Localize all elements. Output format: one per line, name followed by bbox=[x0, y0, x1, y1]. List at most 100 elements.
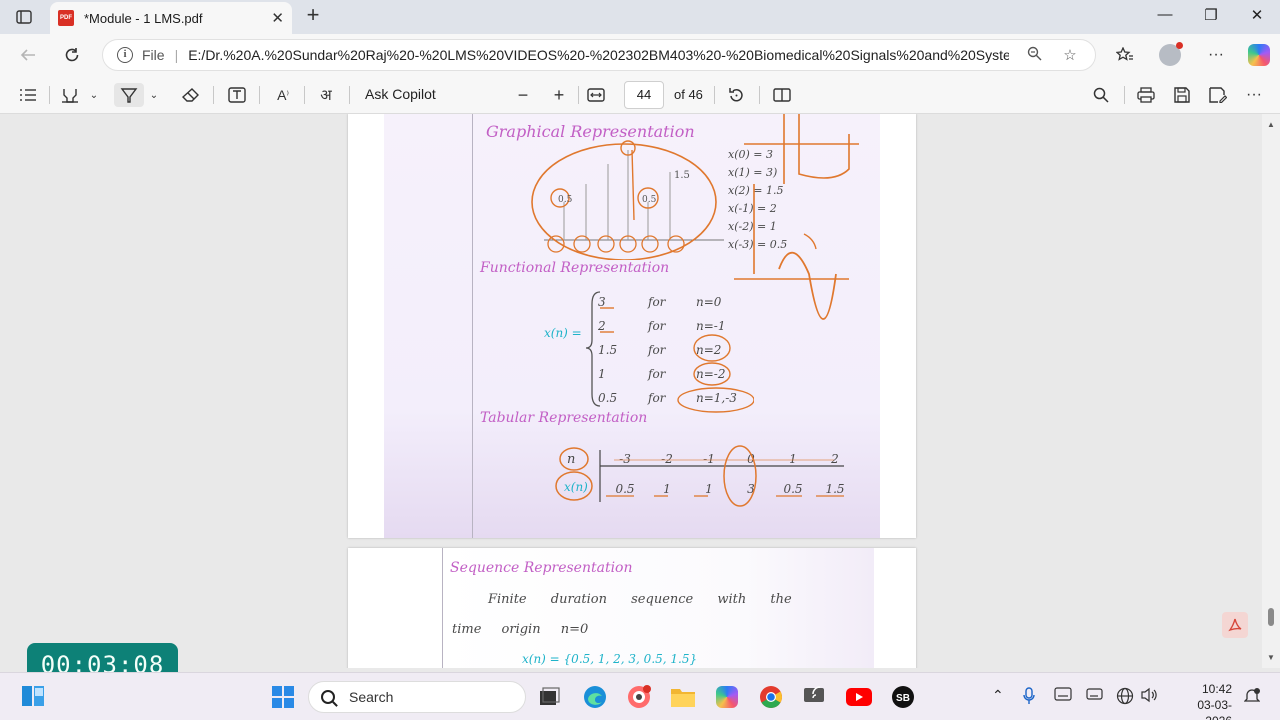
profile-avatar[interactable] bbox=[1157, 42, 1183, 67]
new-tab-button[interactable]: + bbox=[302, 4, 324, 28]
youtube-icon[interactable] bbox=[846, 684, 872, 710]
svg-text:0.5: 0.5 bbox=[558, 195, 573, 205]
copilot-app-icon[interactable] bbox=[714, 684, 740, 710]
tabular-heading: Tabular Representation bbox=[480, 410, 648, 426]
favorites-icon[interactable] bbox=[1112, 43, 1138, 67]
battery-icon[interactable] bbox=[1086, 687, 1104, 704]
ask-copilot-button[interactable]: Ask Copilot bbox=[365, 86, 436, 102]
zoom-icon[interactable] bbox=[1023, 46, 1045, 65]
more-options-icon[interactable]: ··· bbox=[1203, 43, 1229, 67]
highlight-icon[interactable] bbox=[58, 83, 82, 107]
vertical-scrollbar[interactable]: ▲ ▼ bbox=[1262, 114, 1280, 668]
volume-icon[interactable] bbox=[1140, 687, 1158, 706]
clock-time: 10:42 bbox=[1201, 682, 1232, 696]
rotate-icon[interactable] bbox=[724, 83, 748, 107]
scroll-thumb[interactable] bbox=[1268, 608, 1274, 626]
start-windows-icon[interactable] bbox=[270, 684, 296, 710]
sequence-line-3: x(n) = {0.5, 1, 2, 3, 0.5, 1.5} bbox=[522, 652, 698, 666]
pdf-file-icon: PDF bbox=[58, 10, 74, 26]
fit-width-icon[interactable] bbox=[584, 83, 608, 107]
search-glass-icon bbox=[321, 690, 335, 704]
scroll-down-icon[interactable]: ▼ bbox=[1267, 653, 1275, 662]
address-row: i File | E:/Dr.%20A.%20Sundar%20Raj%20-%… bbox=[0, 34, 1280, 76]
toolbar-divider bbox=[1124, 86, 1125, 104]
system-clock[interactable]: 10:42 03-03-2026 bbox=[1172, 681, 1232, 720]
read-aloud-icon[interactable]: A ⁾ bbox=[270, 83, 296, 107]
margin-rule bbox=[442, 548, 443, 668]
toolbar-divider bbox=[259, 86, 260, 104]
recorder-app-icon[interactable] bbox=[626, 684, 652, 710]
acrobat-icon[interactable] bbox=[1222, 612, 1248, 638]
tab-close-icon[interactable]: ✕ bbox=[271, 9, 284, 27]
microphone-icon[interactable] bbox=[1022, 687, 1036, 708]
chrome-icon[interactable] bbox=[758, 684, 784, 710]
page-number-input[interactable]: 44 bbox=[624, 81, 664, 109]
more-tools-icon[interactable]: ··· bbox=[1242, 83, 1266, 107]
url-scheme: File bbox=[142, 47, 165, 63]
clock-date: 03-03-2026 bbox=[1197, 698, 1232, 720]
toolbar-divider bbox=[304, 86, 305, 104]
eraser-icon[interactable] bbox=[178, 83, 204, 107]
table-grid-annotations bbox=[555, 445, 844, 507]
sequence-heading: Sequence Representation bbox=[450, 560, 633, 576]
notification-bell-icon[interactable] bbox=[1243, 687, 1261, 708]
favorite-star-icon[interactable]: ☆ bbox=[1059, 46, 1081, 64]
case-circles bbox=[600, 307, 754, 413]
zoom-in-button[interactable]: + bbox=[548, 83, 570, 107]
site-info-icon[interactable]: i bbox=[117, 47, 133, 63]
remote-desktop-icon[interactable] bbox=[802, 684, 828, 710]
file-explorer-icon[interactable] bbox=[670, 684, 696, 710]
contents-list-icon[interactable] bbox=[16, 83, 40, 107]
address-bar[interactable]: i File | E:/Dr.%20A.%20Sundar%20Raj%20-%… bbox=[102, 39, 1096, 71]
margin-rule bbox=[472, 114, 473, 538]
sequence-line-2: time origin n=0 bbox=[452, 622, 589, 637]
toolbar-divider bbox=[49, 86, 50, 104]
network-icon[interactable] bbox=[1116, 687, 1134, 708]
draw-dropdown-icon[interactable]: ⌄ bbox=[146, 83, 162, 107]
task-view-icon[interactable] bbox=[536, 684, 562, 710]
tab-strip: PDF *Module - 1 LMS.pdf ✕ + — ❐ ✕ bbox=[0, 0, 1280, 34]
minimize-button[interactable]: — bbox=[1150, 6, 1180, 23]
graphical-heading: Graphical Representation bbox=[486, 122, 695, 141]
show-hidden-icons[interactable]: ⌃ bbox=[992, 687, 1004, 704]
keyboard-icon[interactable] bbox=[1054, 687, 1072, 704]
toolbar-divider bbox=[349, 86, 350, 104]
page-view-icon[interactable] bbox=[770, 83, 794, 107]
pdf-viewer[interactable]: Graphical Representation 1.5 0.5 0.5 x(0… bbox=[0, 114, 1262, 668]
translate-icon[interactable]: अ bbox=[313, 83, 339, 107]
svg-text:SB: SB bbox=[896, 693, 910, 704]
save-as-icon[interactable] bbox=[1206, 83, 1230, 107]
toolbar-divider bbox=[714, 86, 715, 104]
reload-icon[interactable] bbox=[60, 43, 84, 67]
scroll-up-icon[interactable]: ▲ bbox=[1267, 120, 1275, 129]
stem-plot-sketch: 1.5 0.5 0.5 bbox=[531, 140, 724, 260]
draw-icon[interactable] bbox=[114, 83, 144, 107]
url-separator: | bbox=[174, 47, 179, 63]
taskbar: Search SB ⌃ 10:42 03-03-2026 bbox=[0, 672, 1280, 720]
widgets-icon[interactable] bbox=[20, 683, 46, 709]
toolbar-divider bbox=[213, 86, 214, 104]
toolbar-divider bbox=[759, 86, 760, 104]
copilot-icon[interactable] bbox=[1246, 43, 1272, 67]
pdf-page-45: Sequence Representation Finite duration … bbox=[348, 548, 916, 668]
xn-label: x(n) = bbox=[544, 326, 582, 340]
highlight-dropdown-icon[interactable]: ⌄ bbox=[86, 83, 102, 107]
restore-button[interactable]: ❐ bbox=[1196, 6, 1226, 24]
tab-actions-icon[interactable] bbox=[8, 6, 40, 28]
zoom-out-button[interactable]: − bbox=[512, 83, 534, 107]
edge-browser-icon[interactable] bbox=[582, 684, 608, 710]
sequence-line-1: Finite duration sequence with the bbox=[488, 592, 792, 607]
close-window-button[interactable]: ✕ bbox=[1242, 6, 1272, 24]
back-arrow-icon[interactable] bbox=[16, 43, 40, 67]
text-box-icon[interactable] bbox=[224, 83, 250, 107]
toolbar-divider bbox=[578, 86, 579, 104]
sb-app-icon[interactable]: SB bbox=[890, 684, 916, 710]
url-text[interactable]: E:/Dr.%20A.%20Sundar%20Raj%20-%20LMS%20V… bbox=[188, 47, 1009, 63]
svg-text:1.5: 1.5 bbox=[674, 170, 690, 181]
save-icon[interactable] bbox=[1170, 83, 1194, 107]
handwritten-notes-photo: Graphical Representation 1.5 0.5 0.5 x(0… bbox=[384, 114, 880, 538]
taskbar-search-box[interactable]: Search bbox=[308, 681, 526, 713]
print-icon[interactable] bbox=[1134, 83, 1158, 107]
active-tab[interactable]: PDF *Module - 1 LMS.pdf ✕ bbox=[50, 2, 292, 34]
search-icon[interactable] bbox=[1089, 83, 1113, 107]
